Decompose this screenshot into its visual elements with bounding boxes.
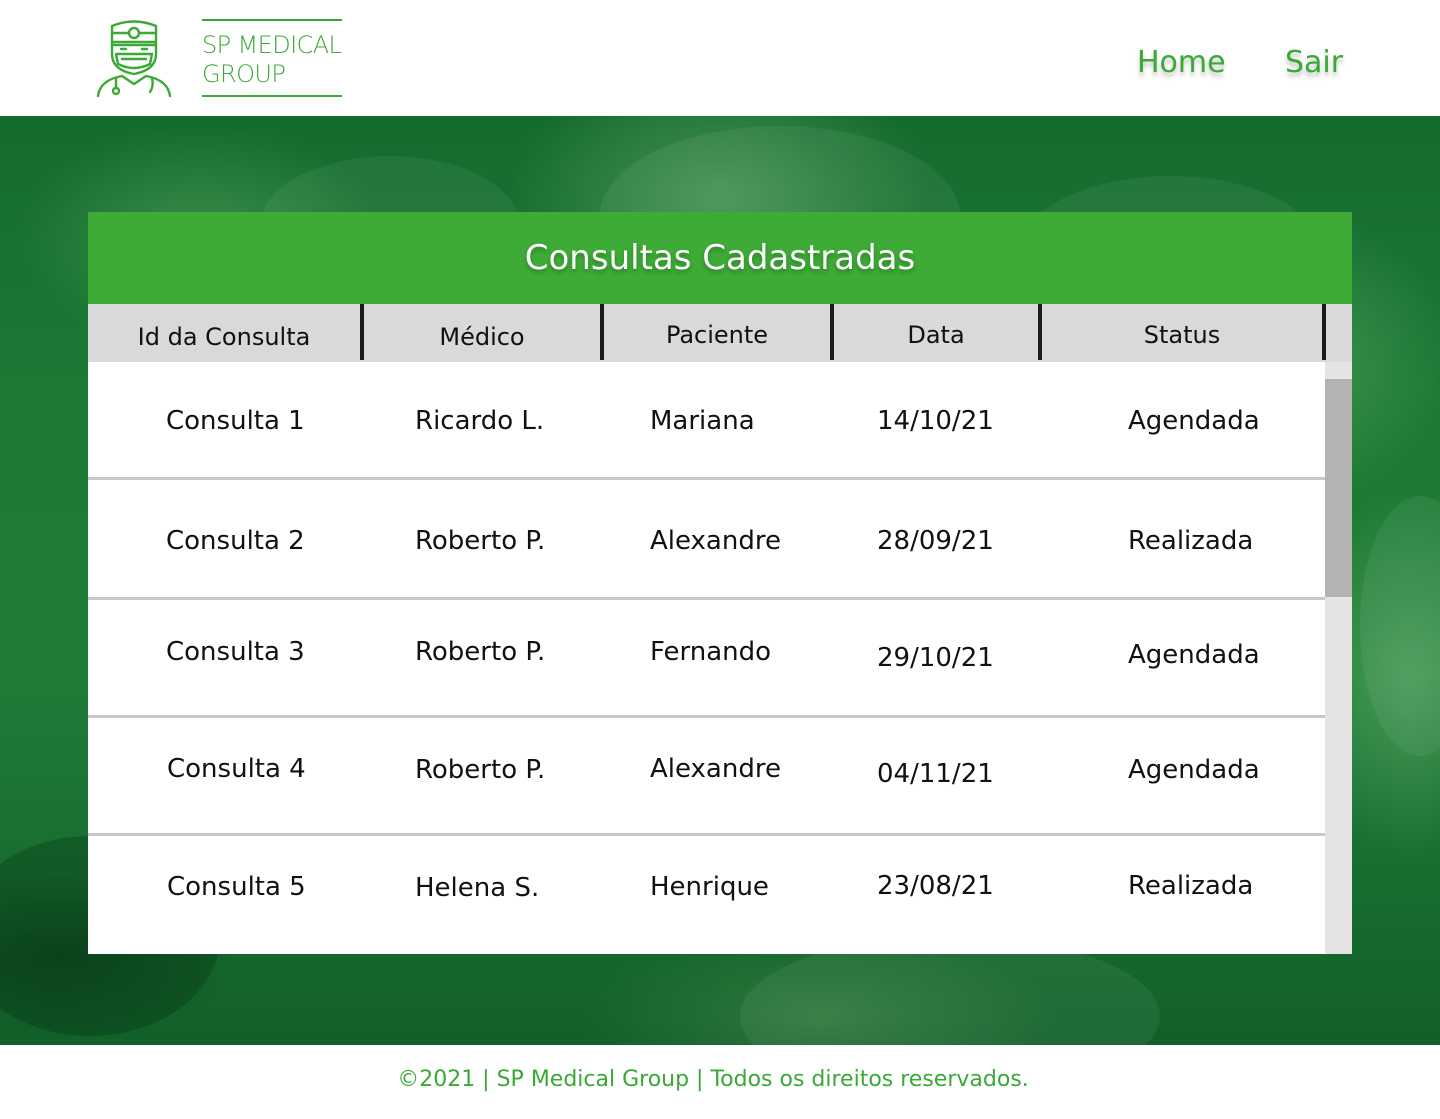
column-header-doctor: Médico: [439, 323, 525, 351]
cell-id: Consulta 4: [167, 754, 306, 784]
column-header-id: Id da Consulta: [137, 323, 311, 351]
column-header-date: Data: [907, 321, 965, 349]
brand-line-2: GROUP: [202, 60, 286, 88]
cell-status: Realizada: [1128, 526, 1254, 556]
table-row[interactable]: Consulta 5 Helena S. Henrique 23/08/21 R…: [88, 838, 1325, 956]
cell-status: Agendada: [1128, 755, 1260, 785]
cell-status: Agendada: [1128, 640, 1260, 670]
cell-date: 29/10/21: [877, 643, 994, 673]
table-scrollbar-thumb[interactable]: [1325, 379, 1352, 597]
cell-doctor: Roberto P.: [415, 526, 546, 556]
cell-id: Consulta 3: [166, 637, 305, 667]
panel-title: Consultas Cadastradas: [88, 212, 1352, 304]
appointments-panel: Consultas Cadastradas Id da Consulta Méd…: [88, 212, 1352, 954]
table-row[interactable]: Consulta 2 Roberto P. Alexandre 28/09/21…: [88, 482, 1325, 600]
column-header-status: Status: [1143, 321, 1221, 349]
brand-line-1: SP MEDICAL: [202, 31, 342, 59]
cell-patient: Alexandre: [650, 754, 781, 784]
top-header: SP MEDICAL GROUP Home Sair: [0, 0, 1440, 116]
nav-logout-link[interactable]: Sair: [1285, 45, 1343, 80]
table-row[interactable]: Consulta 4 Roberto P. Alexandre 04/11/21…: [88, 718, 1325, 836]
cell-patient: Henrique: [650, 872, 769, 902]
table-row[interactable]: Consulta 3 Roberto P. Fernando 29/10/21 …: [88, 600, 1325, 718]
column-divider: [1322, 304, 1326, 360]
cell-date: 14/10/21: [877, 406, 994, 436]
nav-home-link[interactable]: Home: [1137, 45, 1226, 80]
cell-status: Realizada: [1128, 871, 1254, 901]
doctor-icon: [96, 20, 172, 98]
brand-logo-text: SP MEDICAL GROUP: [202, 19, 342, 97]
cell-doctor: Helena S.: [415, 873, 540, 903]
cell-doctor: Ricardo L.: [415, 406, 545, 436]
column-header-patient: Paciente: [665, 321, 769, 349]
hero-decor-shape: [1360, 496, 1440, 756]
cell-date: 23/08/21: [877, 871, 994, 901]
table-body[interactable]: Consulta 1 Ricardo L. Mariana 14/10/21 A…: [88, 362, 1325, 954]
cell-id: Consulta 5: [167, 872, 306, 902]
cell-patient: Mariana: [650, 406, 755, 436]
cell-patient: Fernando: [650, 637, 772, 667]
cell-date: 04/11/21: [877, 759, 994, 789]
cell-doctor: Roberto P.: [415, 755, 546, 785]
table-row[interactable]: Consulta 1 Ricardo L. Mariana 14/10/21 A…: [88, 362, 1325, 480]
cell-date: 28/09/21: [877, 526, 994, 556]
footer-copyright: ©2021 | SP Medical Group | Todos os dire…: [397, 1067, 1029, 1092]
page-footer: ©2021 | SP Medical Group | Todos os dire…: [0, 1045, 1440, 1119]
cell-patient: Alexandre: [650, 526, 781, 556]
cell-id: Consulta 2: [166, 526, 305, 556]
cell-status: Agendada: [1128, 406, 1260, 436]
cell-id: Consulta 1: [166, 406, 305, 436]
cell-doctor: Roberto P.: [415, 637, 546, 667]
